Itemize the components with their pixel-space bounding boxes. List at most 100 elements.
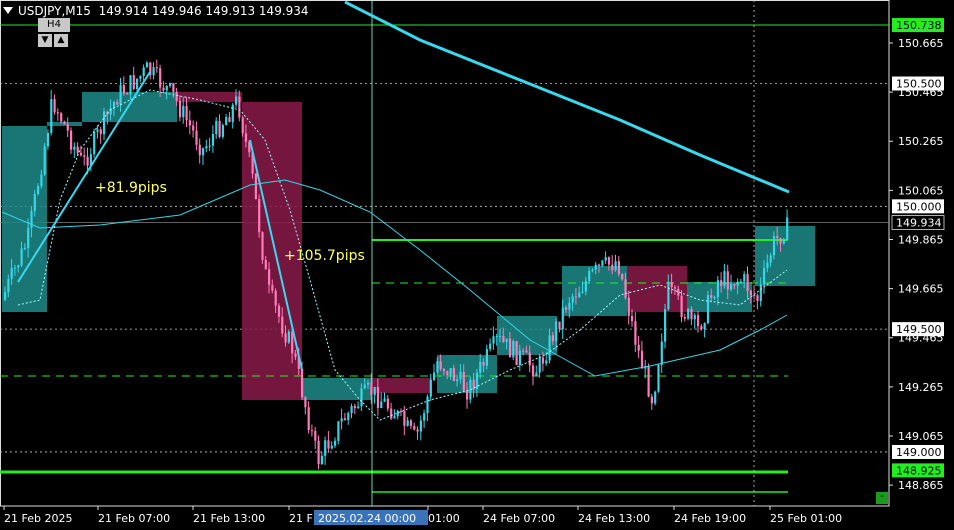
bear-candle (172, 83, 175, 92)
bull-candle (33, 193, 36, 211)
bear-candle (132, 75, 135, 89)
bull-candle (225, 117, 228, 126)
bear-candle (565, 307, 568, 310)
bear-candle (83, 155, 86, 157)
symbol-name: USDJPY,M15 (18, 4, 91, 18)
bull-candle (215, 120, 218, 135)
bear-candle (195, 130, 198, 145)
bull-candle (43, 146, 46, 175)
bear-candle (185, 105, 188, 121)
bull-candle (350, 406, 353, 414)
time-tick-label: 21 Feb 07:00 (98, 512, 170, 525)
timeframe-up-icon[interactable]: ▲ (54, 34, 68, 47)
bear-candle (56, 112, 59, 114)
bull-candle (208, 145, 211, 147)
bull-candle (367, 382, 370, 385)
bear-candle (631, 315, 634, 322)
bear-candle (439, 361, 442, 370)
bear-candle (551, 335, 554, 342)
bull-candle (436, 361, 439, 373)
bear-candle (271, 284, 274, 291)
bear-candle (617, 261, 620, 274)
time-tick-label: 21 Feb 2025 (4, 512, 72, 525)
bull-candle (165, 85, 168, 91)
bear-candle (690, 308, 693, 320)
timeframe-down-icon[interactable]: ▼ (38, 34, 52, 47)
bull-candle (703, 323, 706, 330)
price-chart[interactable]: +81.9pips+105.7pips150.665150.465150.265… (0, 0, 954, 530)
bear-candle (779, 237, 782, 244)
bear-candle (640, 350, 644, 369)
bull-candle (363, 384, 366, 389)
bull-candle (334, 440, 337, 446)
bear-candle (409, 420, 413, 426)
bull-candle (505, 338, 508, 342)
bull-candle (660, 341, 663, 365)
bull-candle (93, 131, 96, 155)
bear-candle (466, 390, 469, 400)
bull-candle (588, 270, 591, 282)
bear-candle (733, 283, 736, 286)
bear-candle (634, 321, 637, 345)
bear-candle (683, 317, 686, 319)
timeframe-widget: H4 ▼ ▲ (38, 18, 70, 48)
bull-candle (664, 309, 667, 342)
price-tick-label: 150.265 (898, 135, 944, 148)
bull-candle (456, 379, 459, 382)
bear-candle (63, 121, 66, 125)
bull-candle (324, 440, 327, 456)
bull-candle (340, 418, 343, 422)
bear-candle (307, 407, 310, 431)
bull-candle (30, 210, 33, 228)
bull-candle (406, 420, 409, 426)
bear-candle (155, 67, 158, 69)
bull-candle (152, 67, 155, 76)
bull-candle (73, 146, 76, 150)
price-level-label: 150.500 (896, 78, 942, 91)
bear-candle (281, 316, 284, 334)
bull-candle (380, 401, 383, 409)
bull-candle (320, 455, 323, 465)
bear-candle (726, 271, 729, 290)
bull-candle (136, 78, 139, 89)
bull-candle (548, 335, 551, 361)
bull-candle (142, 67, 145, 76)
bull-candle (555, 321, 558, 342)
bull-candle (205, 146, 208, 149)
bull-candle (396, 410, 399, 417)
bull-candle (766, 262, 769, 269)
bear-candle (99, 129, 102, 135)
bull-candle (489, 343, 492, 350)
bear-candle (611, 264, 614, 271)
bullish-zone (497, 316, 557, 355)
price-level-label: 149.934 (896, 217, 942, 230)
bull-candle (393, 416, 396, 419)
bear-candle (650, 396, 653, 404)
bull-candle (485, 349, 488, 366)
bull-candle (716, 280, 719, 298)
minimize-button[interactable]: - (876, 492, 888, 504)
bear-candle (192, 125, 195, 131)
high-price: 149.946 (152, 4, 202, 18)
bull-candle (763, 268, 766, 285)
pips-drop-annotation: +105.7pips (284, 248, 365, 264)
bear-candle (274, 290, 277, 306)
symbol-header: USDJPY,M15 149.914 149.946 149.913 149.9… (3, 4, 309, 18)
bear-candle (258, 199, 261, 233)
bear-candle (508, 338, 512, 358)
bear-candle (70, 130, 73, 150)
bear-candle (53, 99, 56, 113)
symbol-menu-icon[interactable] (3, 7, 13, 14)
bear-candle (720, 280, 723, 286)
bear-candle (574, 296, 578, 298)
bull-candle (739, 281, 743, 283)
bull-candle (287, 331, 290, 343)
time-tick-label: 24 Feb 07:00 (483, 512, 555, 525)
bear-candle (462, 372, 465, 391)
price-tick-label: 149.665 (898, 283, 944, 296)
bull-candle (360, 388, 363, 407)
time-tick-label: 01:00 (428, 512, 460, 525)
bear-candle (532, 365, 535, 377)
timeframe-label[interactable]: H4 (38, 18, 70, 32)
price-tick-label: 149.865 (898, 233, 944, 246)
